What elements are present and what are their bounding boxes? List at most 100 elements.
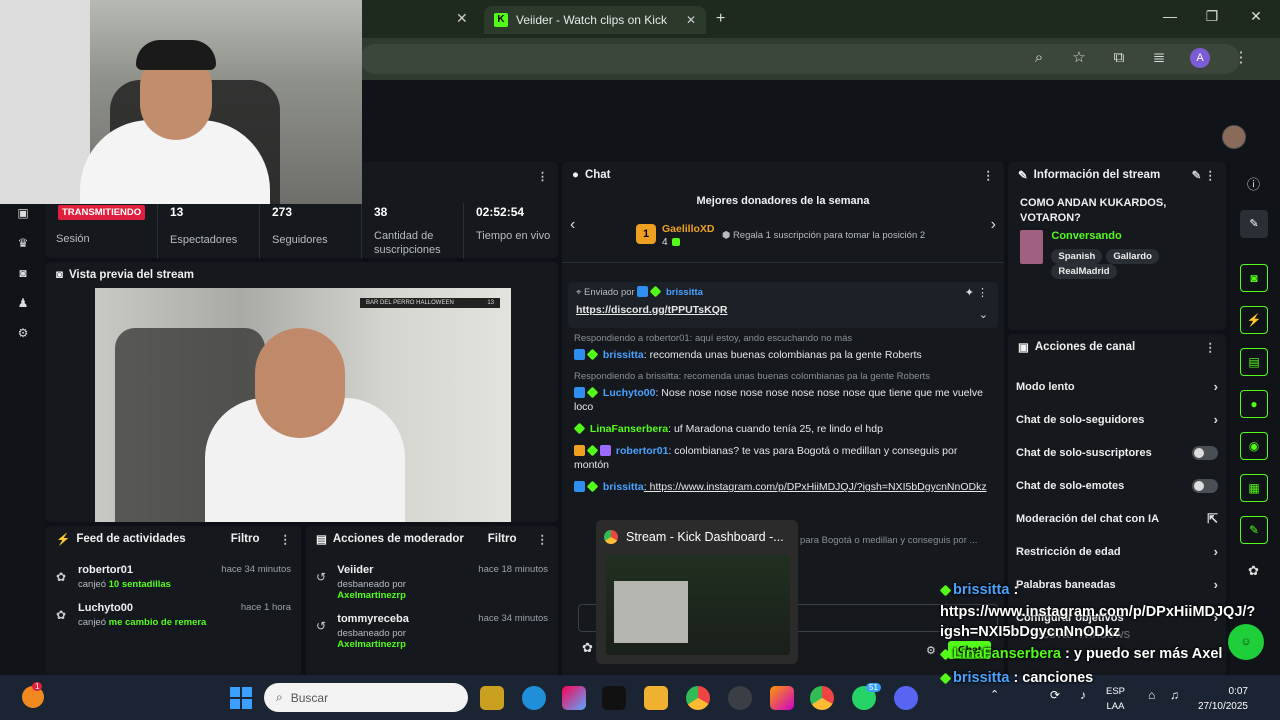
more-options-icon[interactable]: ⋮ (983, 168, 995, 182)
file-explorer-icon[interactable] (644, 686, 668, 710)
users-icon[interactable]: ♟ (16, 296, 30, 310)
more-options-icon[interactable]: ⋮ (1205, 340, 1217, 354)
chat-user[interactable]: Luchyto00 (603, 387, 656, 399)
feed-user[interactable]: robertor01 (78, 564, 171, 576)
category-name[interactable]: Conversando (1051, 230, 1214, 242)
new-tab-button[interactable]: + (716, 10, 725, 28)
prev-arrow-icon[interactable]: ‹ (570, 216, 575, 234)
overlay-line: brissitta : canciones (939, 666, 1240, 690)
zoom-icon[interactable]: ⌕ (1030, 49, 1048, 67)
stream-preview-video[interactable]: BAR DEL PERRO HALLOWEEN 13 (95, 288, 511, 522)
trophy-icon[interactable]: ♛ (16, 236, 30, 250)
chat-user[interactable]: brissitta (603, 481, 644, 493)
overlay-text: : y puedo ser más Axel (1061, 646, 1223, 662)
sub-gift-icon (672, 238, 680, 246)
close-tab-icon[interactable]: ✕ (686, 13, 696, 27)
sub-badge-icon (573, 422, 586, 435)
notes-app-icon[interactable] (480, 686, 504, 710)
stat-viewers: 13 Espectadores (157, 203, 259, 259)
microphone-icon[interactable]: ♪ (1080, 688, 1086, 702)
volume-icon[interactable]: ♫ (1170, 688, 1179, 702)
unpin-icon[interactable]: ✦ ⋮ (965, 286, 988, 299)
edit-layout-icon[interactable]: ✎ (1240, 210, 1268, 238)
edit-icon[interactable]: ✎ ⋮ (1192, 168, 1216, 182)
more-options-icon[interactable]: ⋮ (537, 170, 548, 183)
chat-user[interactable]: LinaFanserbera (590, 423, 668, 435)
discord-icon[interactable] (894, 686, 918, 710)
redeem-icon: ✿ (56, 608, 67, 622)
bookmark-star-icon[interactable]: ☆ (1070, 49, 1088, 67)
edge-icon[interactable] (522, 686, 546, 710)
chevron-down-icon[interactable]: ⌄ (979, 308, 988, 321)
tiktok-icon[interactable] (602, 686, 626, 710)
browser-tab-veiider[interactable]: K Veiider - Watch clips on Kick ✕ (484, 6, 706, 34)
feed-time: hace 1 hora (240, 602, 291, 613)
stream-icon[interactable]: ◙ (16, 266, 30, 280)
layout-tool-icon[interactable]: ▦ (1240, 474, 1268, 502)
action-subscribers-only[interactable]: Chat de solo-suscriptores (1008, 436, 1226, 469)
tag[interactable]: Gallardo (1106, 249, 1159, 264)
mod-user[interactable]: Veiider (337, 564, 470, 576)
info-icon[interactable]: ⓘ (1247, 174, 1260, 193)
info-title: Información del stream (1033, 169, 1161, 181)
action-followers-only[interactable]: Chat de solo-seguidores › (1008, 403, 1226, 436)
bolt-tool-icon[interactable]: ⚡ (1240, 306, 1268, 334)
gift-prompt[interactable]: ⬢ Regala 1 suscripción para tomar la pos… (722, 230, 925, 241)
chrome-taskbar-icon[interactable] (686, 686, 710, 710)
more-options-icon[interactable]: ⋮ (280, 532, 292, 546)
tag[interactable]: RealMadrid (1051, 264, 1117, 279)
notes-tool-icon[interactable]: ▤ (1240, 348, 1268, 376)
broadcast-tool-icon[interactable]: ◉ (1240, 432, 1268, 460)
pinned-link[interactable]: https://discord.gg/tPPUTsKQR (576, 304, 990, 316)
extra-tool-icon[interactable]: ✿ (1248, 563, 1259, 579)
emote-icon[interactable]: ✿ (582, 640, 593, 656)
close-window-icon[interactable]: ✕ (1236, 8, 1276, 25)
category-thumbnail[interactable] (1020, 230, 1044, 264)
mod-user[interactable]: tommyreceba (337, 613, 470, 625)
dashboard-icon[interactable]: ▣ (16, 206, 30, 220)
network-tray-icon[interactable]: ⟳ (1050, 688, 1060, 702)
copilot-icon[interactable] (562, 686, 586, 710)
chat-settings-icon[interactable]: ⚙ (926, 644, 936, 657)
chrome-profile-icon[interactable] (810, 686, 834, 710)
action-slow-mode[interactable]: Modo lento › (1008, 370, 1226, 403)
media-queue-icon[interactable]: ≣ (1150, 49, 1168, 67)
minimize-icon[interactable]: — (1150, 8, 1190, 24)
redeem-icon: ✿ (56, 570, 67, 584)
feed-user[interactable]: Luchyto00 (78, 602, 206, 614)
close-tab-icon[interactable]: ✕ (456, 10, 468, 27)
taskbar-search[interactable]: ⌕ Buscar (264, 683, 468, 712)
extensions-icon[interactable]: ⧉ (1110, 49, 1128, 67)
profile-avatar[interactable]: A (1190, 48, 1210, 68)
instagram-icon[interactable] (770, 686, 794, 710)
subscribers-only-toggle[interactable] (1192, 445, 1218, 460)
user-avatar[interactable] (1222, 125, 1246, 149)
obs-icon[interactable] (728, 686, 752, 710)
settings-gear-icon[interactable]: ⚙ (16, 326, 30, 340)
stream-info-panel: ✎ Información del stream ✎ ⋮ COMO ANDAN … (1008, 162, 1226, 330)
menu-icon[interactable]: ⋮ (1232, 49, 1250, 67)
chat-text[interactable]: : https://www.instagram.com/p/DPxHiiMDJQ… (644, 481, 987, 493)
action-age-restriction[interactable]: Restricción de edad › (1008, 535, 1226, 568)
mod-filter-button[interactable]: Filtro (488, 533, 517, 545)
wifi-icon[interactable]: ⌂ (1148, 688, 1155, 702)
chat-user[interactable]: brissitta (603, 349, 644, 361)
more-options-icon[interactable]: ⋮ (537, 532, 549, 546)
next-arrow-icon[interactable]: › (991, 216, 996, 234)
top-donor-name[interactable]: GaelilloXD (662, 223, 715, 235)
pinned-message[interactable]: ⌖ Enviado por brissitta https://discord.… (568, 282, 998, 328)
chat-tool-icon[interactable]: ● (1240, 390, 1268, 418)
action-emotes-only[interactable]: Chat de solo-emotes (1008, 469, 1226, 502)
document-icon: ▤ (316, 534, 327, 546)
stat-live-time: 02:52:54 Tiempo en vivo (463, 203, 558, 259)
windows-start-icon[interactable] (230, 687, 252, 709)
tag[interactable]: Spanish (1051, 249, 1103, 264)
action-ai-moderation[interactable]: Moderación del chat con IA ⇱ (1008, 502, 1226, 535)
restore-icon[interactable]: ❐ (1192, 8, 1232, 25)
feed-filter-button[interactable]: Filtro (231, 533, 260, 545)
chat-user[interactable]: robertor01 (616, 445, 669, 457)
stream-tool-icon[interactable]: ◙ (1240, 264, 1268, 292)
emotes-only-toggle[interactable] (1192, 478, 1218, 493)
pinned-user[interactable]: brissitta (666, 287, 703, 298)
wrench-tool-icon[interactable]: ✎ (1240, 516, 1268, 544)
